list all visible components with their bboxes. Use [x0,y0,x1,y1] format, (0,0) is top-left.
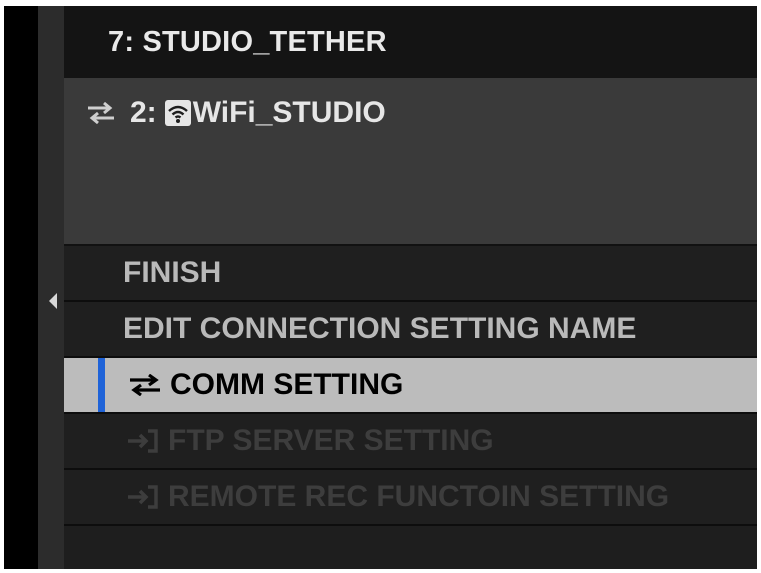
connection-number: 2: [130,96,157,129]
menu-item-label: EDIT CONNECTION SETTING NAME [123,312,637,345]
camera-screen: 7: STUDIO_TETHER 2: WiFi_STUDIO FINISH E… [4,6,757,569]
menu-item-label: FTP SERVER SETTING [168,424,494,457]
menu-item-label: REMOTE REC FUNCTOIN SETTING [168,480,670,513]
swap-arrows-icon [130,374,160,396]
menu-item-comm-setting[interactable]: COMM SETTING [64,358,757,414]
connection-info: 2: WiFi_STUDIO [64,78,757,246]
menu-item-label: COMM SETTING [170,368,404,401]
menu-item-label: FINISH [123,256,222,289]
connection-line: 2: WiFi_STUDIO [86,96,386,130]
swap-arrows-icon [88,102,114,124]
login-arrow-icon [128,485,158,509]
selection-marker [98,358,105,412]
title-bar: 7: STUDIO_TETHER [64,6,757,78]
menu-item-ftp-server-setting[interactable]: FTP SERVER SETTING [64,414,757,470]
back-arrow-icon[interactable] [49,293,57,309]
settings-menu: FINISH EDIT CONNECTION SETTING NAME COMM… [64,246,757,526]
page-title: 7: STUDIO_TETHER [108,26,387,58]
menu-item-finish[interactable]: FINISH [64,246,757,302]
settings-panel: 7: STUDIO_TETHER 2: WiFi_STUDIO FINISH E… [64,6,757,569]
side-rail [38,6,64,569]
login-arrow-icon [128,429,158,453]
wifi-icon [164,100,191,126]
menu-item-edit-connection-name[interactable]: EDIT CONNECTION SETTING NAME [64,302,757,358]
network-name: WiFi_STUDIO [192,96,386,129]
menu-item-remote-rec-setting[interactable]: REMOTE REC FUNCTOIN SETTING [64,470,757,526]
